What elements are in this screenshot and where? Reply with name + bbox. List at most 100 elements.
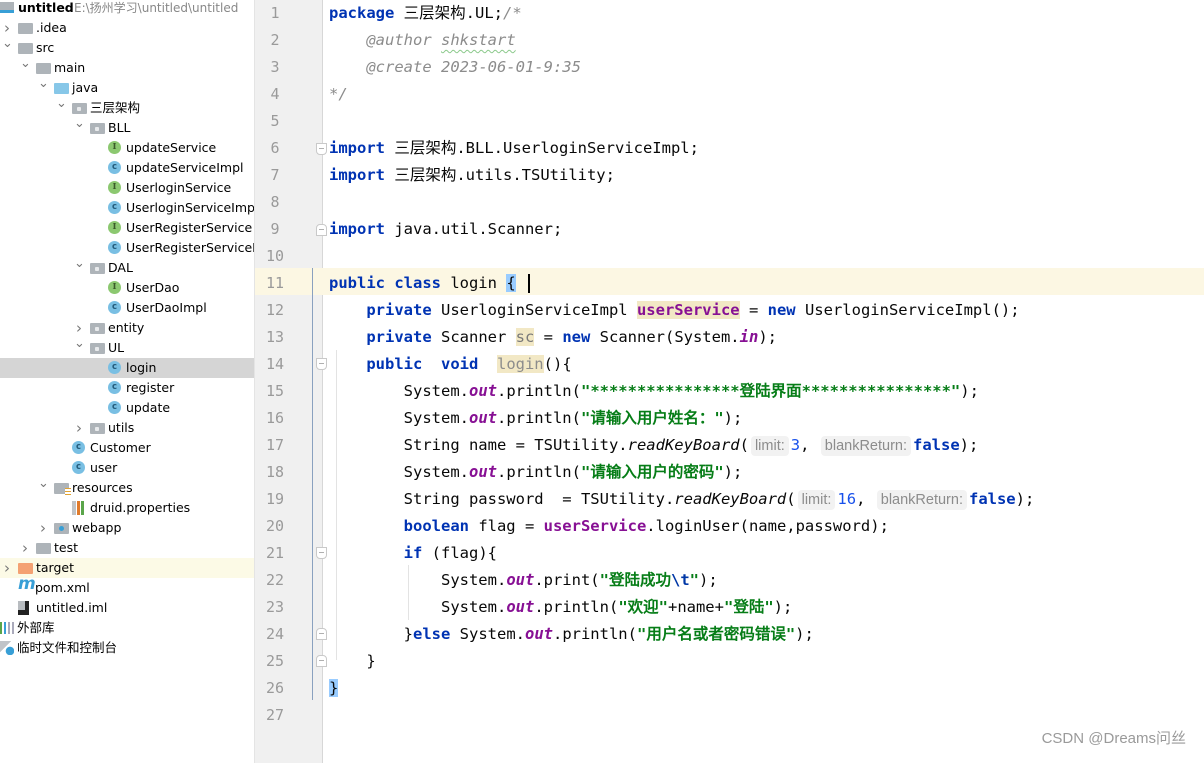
tree-item-webapp[interactable]: › webapp: [0, 518, 254, 538]
class-icon: c: [108, 381, 121, 394]
line-number[interactable]: 12: [255, 297, 295, 324]
line-number[interactable]: 9: [255, 216, 295, 243]
tree-root[interactable]: untitled E:\扬州学习\untitled\untitled: [0, 0, 254, 18]
line-number[interactable]: 16: [255, 405, 295, 432]
line-number[interactable]: 25: [255, 648, 295, 675]
tree-item-test[interactable]: › test: [0, 538, 254, 558]
chevron-down-icon[interactable]: ⌄: [2, 34, 13, 54]
tree-item-userloginservice[interactable]: I UserloginService: [0, 178, 254, 198]
tree-item-userregisterserviceimpl[interactable]: c UserRegisterServiceImpl: [0, 238, 254, 258]
chevron-down-icon[interactable]: ⌄: [20, 54, 31, 74]
line-number[interactable]: 6: [255, 135, 295, 162]
tree-item-login[interactable]: c login: [0, 358, 254, 378]
tree-item-utils[interactable]: › utils: [0, 418, 254, 438]
tree-item-label: UserRegisterServiceImpl: [126, 240, 255, 255]
tree-item-userloginserviceimpl[interactable]: c UserloginServiceImpl: [0, 198, 254, 218]
chevron-down-icon[interactable]: ⌄: [38, 474, 49, 494]
chevron-down-icon[interactable]: ⌄: [38, 74, 49, 94]
tree-item-userdao[interactable]: I UserDao: [0, 278, 254, 298]
line-number[interactable]: 13: [255, 324, 295, 351]
tree-item-updateservice[interactable]: IupdateService: [0, 138, 254, 158]
libraries-icon: [0, 622, 14, 634]
package-icon: [90, 263, 105, 274]
chevron-right-icon[interactable]: ›: [38, 518, 48, 538]
tree-item-updateserviceimpl[interactable]: c updateServiceImpl: [0, 158, 254, 178]
tree-item-target[interactable]: › target: [0, 558, 254, 578]
line-number[interactable]: 18: [255, 459, 295, 486]
line-number[interactable]: 5: [255, 108, 295, 135]
tree-item-临时文件和控制台[interactable]: 临时文件和控制台: [0, 638, 254, 658]
line-number[interactable]: 23: [255, 594, 295, 621]
chevron-right-icon[interactable]: ›: [2, 558, 12, 578]
tree-item-pom-xml[interactable]: m pom.xml: [0, 574, 254, 598]
folder-icon: [36, 543, 51, 554]
chevron-down-icon[interactable]: ⌄: [74, 114, 85, 134]
tree-item-druid-properties[interactable]: druid.properties: [0, 498, 254, 518]
code-line-6: import 三层架构.BLL.UserloginServiceImpl;: [329, 139, 699, 157]
fold-marker-if-end[interactable]: [316, 628, 327, 640]
tree-item-entity[interactable]: › entity: [0, 318, 254, 338]
tree-item-untitled-iml[interactable]: untitled.iml: [0, 598, 254, 618]
line-number[interactable]: 11: [255, 270, 295, 297]
web-folder-icon: [54, 523, 69, 534]
tree-item--idea[interactable]: › .idea: [0, 18, 254, 38]
tree-item-label: register: [126, 380, 175, 395]
tree-item-userregisterservice[interactable]: I UserRegisterService: [0, 218, 254, 238]
tree-item-label: UserloginService: [126, 180, 232, 195]
chevron-down-icon[interactable]: ⌄: [74, 334, 85, 354]
line-number[interactable]: 4: [255, 81, 295, 108]
code-line-14: public void login(){: [366, 355, 572, 373]
code-line-21: if (flag){: [403, 544, 497, 562]
fold-marker-imports[interactable]: [316, 143, 327, 155]
tree-item-dal[interactable]: ⌄ DAL: [0, 256, 254, 278]
tree-item-userdaoimpl[interactable]: c UserDaoImpl: [0, 298, 254, 318]
line-number[interactable]: 10: [255, 243, 295, 270]
tree-item-三层架构[interactable]: ⌄ 三层架构: [0, 96, 254, 118]
tree-item-resources[interactable]: ⌄ resources: [0, 476, 254, 498]
tree-item-label: 临时文件和控制台: [17, 640, 118, 655]
chevron-down-icon[interactable]: ⌄: [74, 254, 85, 274]
line-number[interactable]: 20: [255, 513, 295, 540]
tree-item-ul[interactable]: ⌄ UL: [0, 336, 254, 358]
line-number[interactable]: 8: [255, 189, 295, 216]
fold-marker-method[interactable]: [316, 358, 327, 370]
tree-item-label: UserRegisterService: [126, 220, 253, 235]
interface-icon: I: [108, 281, 121, 294]
line-number[interactable]: 26: [255, 675, 295, 702]
tree-item-java[interactable]: ⌄ java: [0, 76, 254, 98]
folder-icon: [18, 43, 33, 54]
tree-item-customer[interactable]: c Customer: [0, 438, 254, 458]
line-number[interactable]: 3: [255, 54, 295, 81]
class-icon: c: [108, 241, 121, 254]
fold-marker-imports-end[interactable]: [316, 224, 327, 236]
tree-item-外部库[interactable]: 外部库: [0, 618, 254, 638]
chevron-right-icon[interactable]: ›: [20, 538, 30, 558]
param-hint-limit: limit:: [750, 436, 789, 456]
tree-item-register[interactable]: c register: [0, 378, 254, 398]
tree-item-src[interactable]: ⌄ src: [0, 36, 254, 58]
class-icon: c: [72, 441, 85, 454]
line-number[interactable]: 15: [255, 378, 295, 405]
tree-item-bll[interactable]: ⌄ BLL: [0, 116, 254, 138]
line-number[interactable]: 22: [255, 567, 295, 594]
tree-item-label: entity: [108, 320, 145, 335]
line-number[interactable]: 21: [255, 540, 295, 567]
line-number[interactable]: 19: [255, 486, 295, 513]
line-number[interactable]: 2: [255, 27, 295, 54]
fold-marker-method-end[interactable]: [316, 655, 327, 667]
line-number[interactable]: 27: [255, 702, 295, 729]
tree-item-label: update: [126, 400, 171, 415]
tree-item-label: DAL: [108, 260, 133, 275]
tree-item-update[interactable]: c update: [0, 398, 254, 418]
line-number[interactable]: 24: [255, 621, 295, 648]
line-number[interactable]: 14: [255, 351, 295, 378]
interface-icon: I: [108, 181, 121, 194]
chevron-down-icon[interactable]: ⌄: [56, 94, 67, 114]
chevron-right-icon[interactable]: ›: [74, 418, 84, 438]
line-number[interactable]: 7: [255, 162, 295, 189]
line-number[interactable]: 1: [255, 0, 295, 27]
tree-item-label: BLL: [108, 120, 131, 135]
line-number[interactable]: 17: [255, 432, 295, 459]
fold-marker-if[interactable]: [316, 547, 327, 559]
tree-item-label: UserDao: [126, 280, 180, 295]
